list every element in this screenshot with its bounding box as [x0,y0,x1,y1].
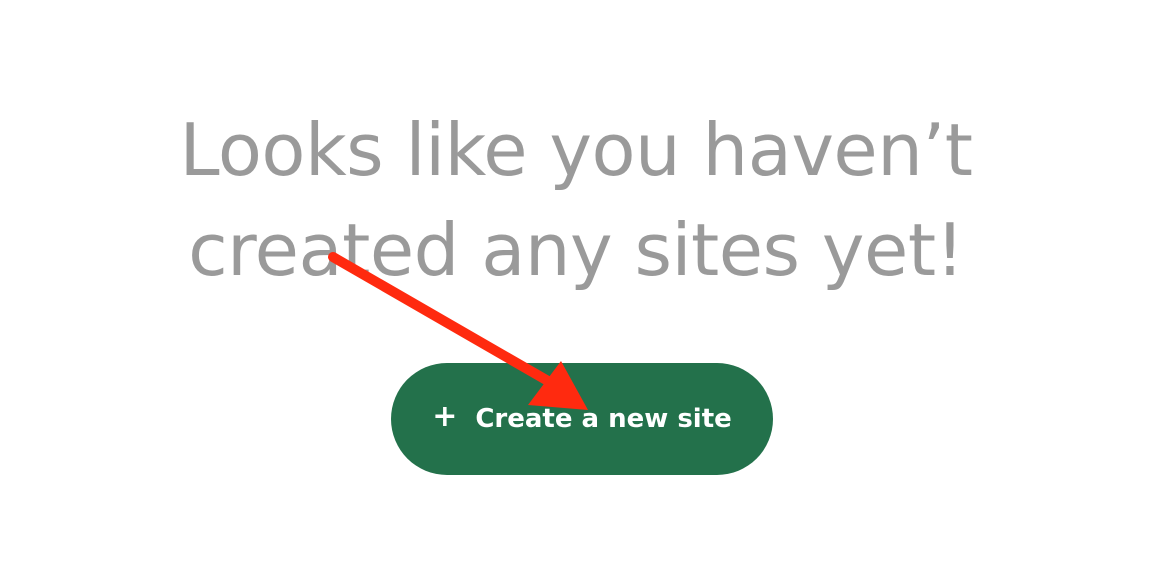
empty-state-headline: Looks like you haven’t created any sites… [0,100,1152,300]
plus-icon: + [432,399,458,434]
empty-state-page: Looks like you haven’t created any sites… [0,0,1152,568]
headline-line-2: created any sites yet! [188,208,964,292]
create-new-site-button[interactable]: + Create a new site [391,363,773,475]
create-new-site-label: Create a new site [475,404,732,434]
headline-line-1: Looks like you haven’t [179,108,973,192]
